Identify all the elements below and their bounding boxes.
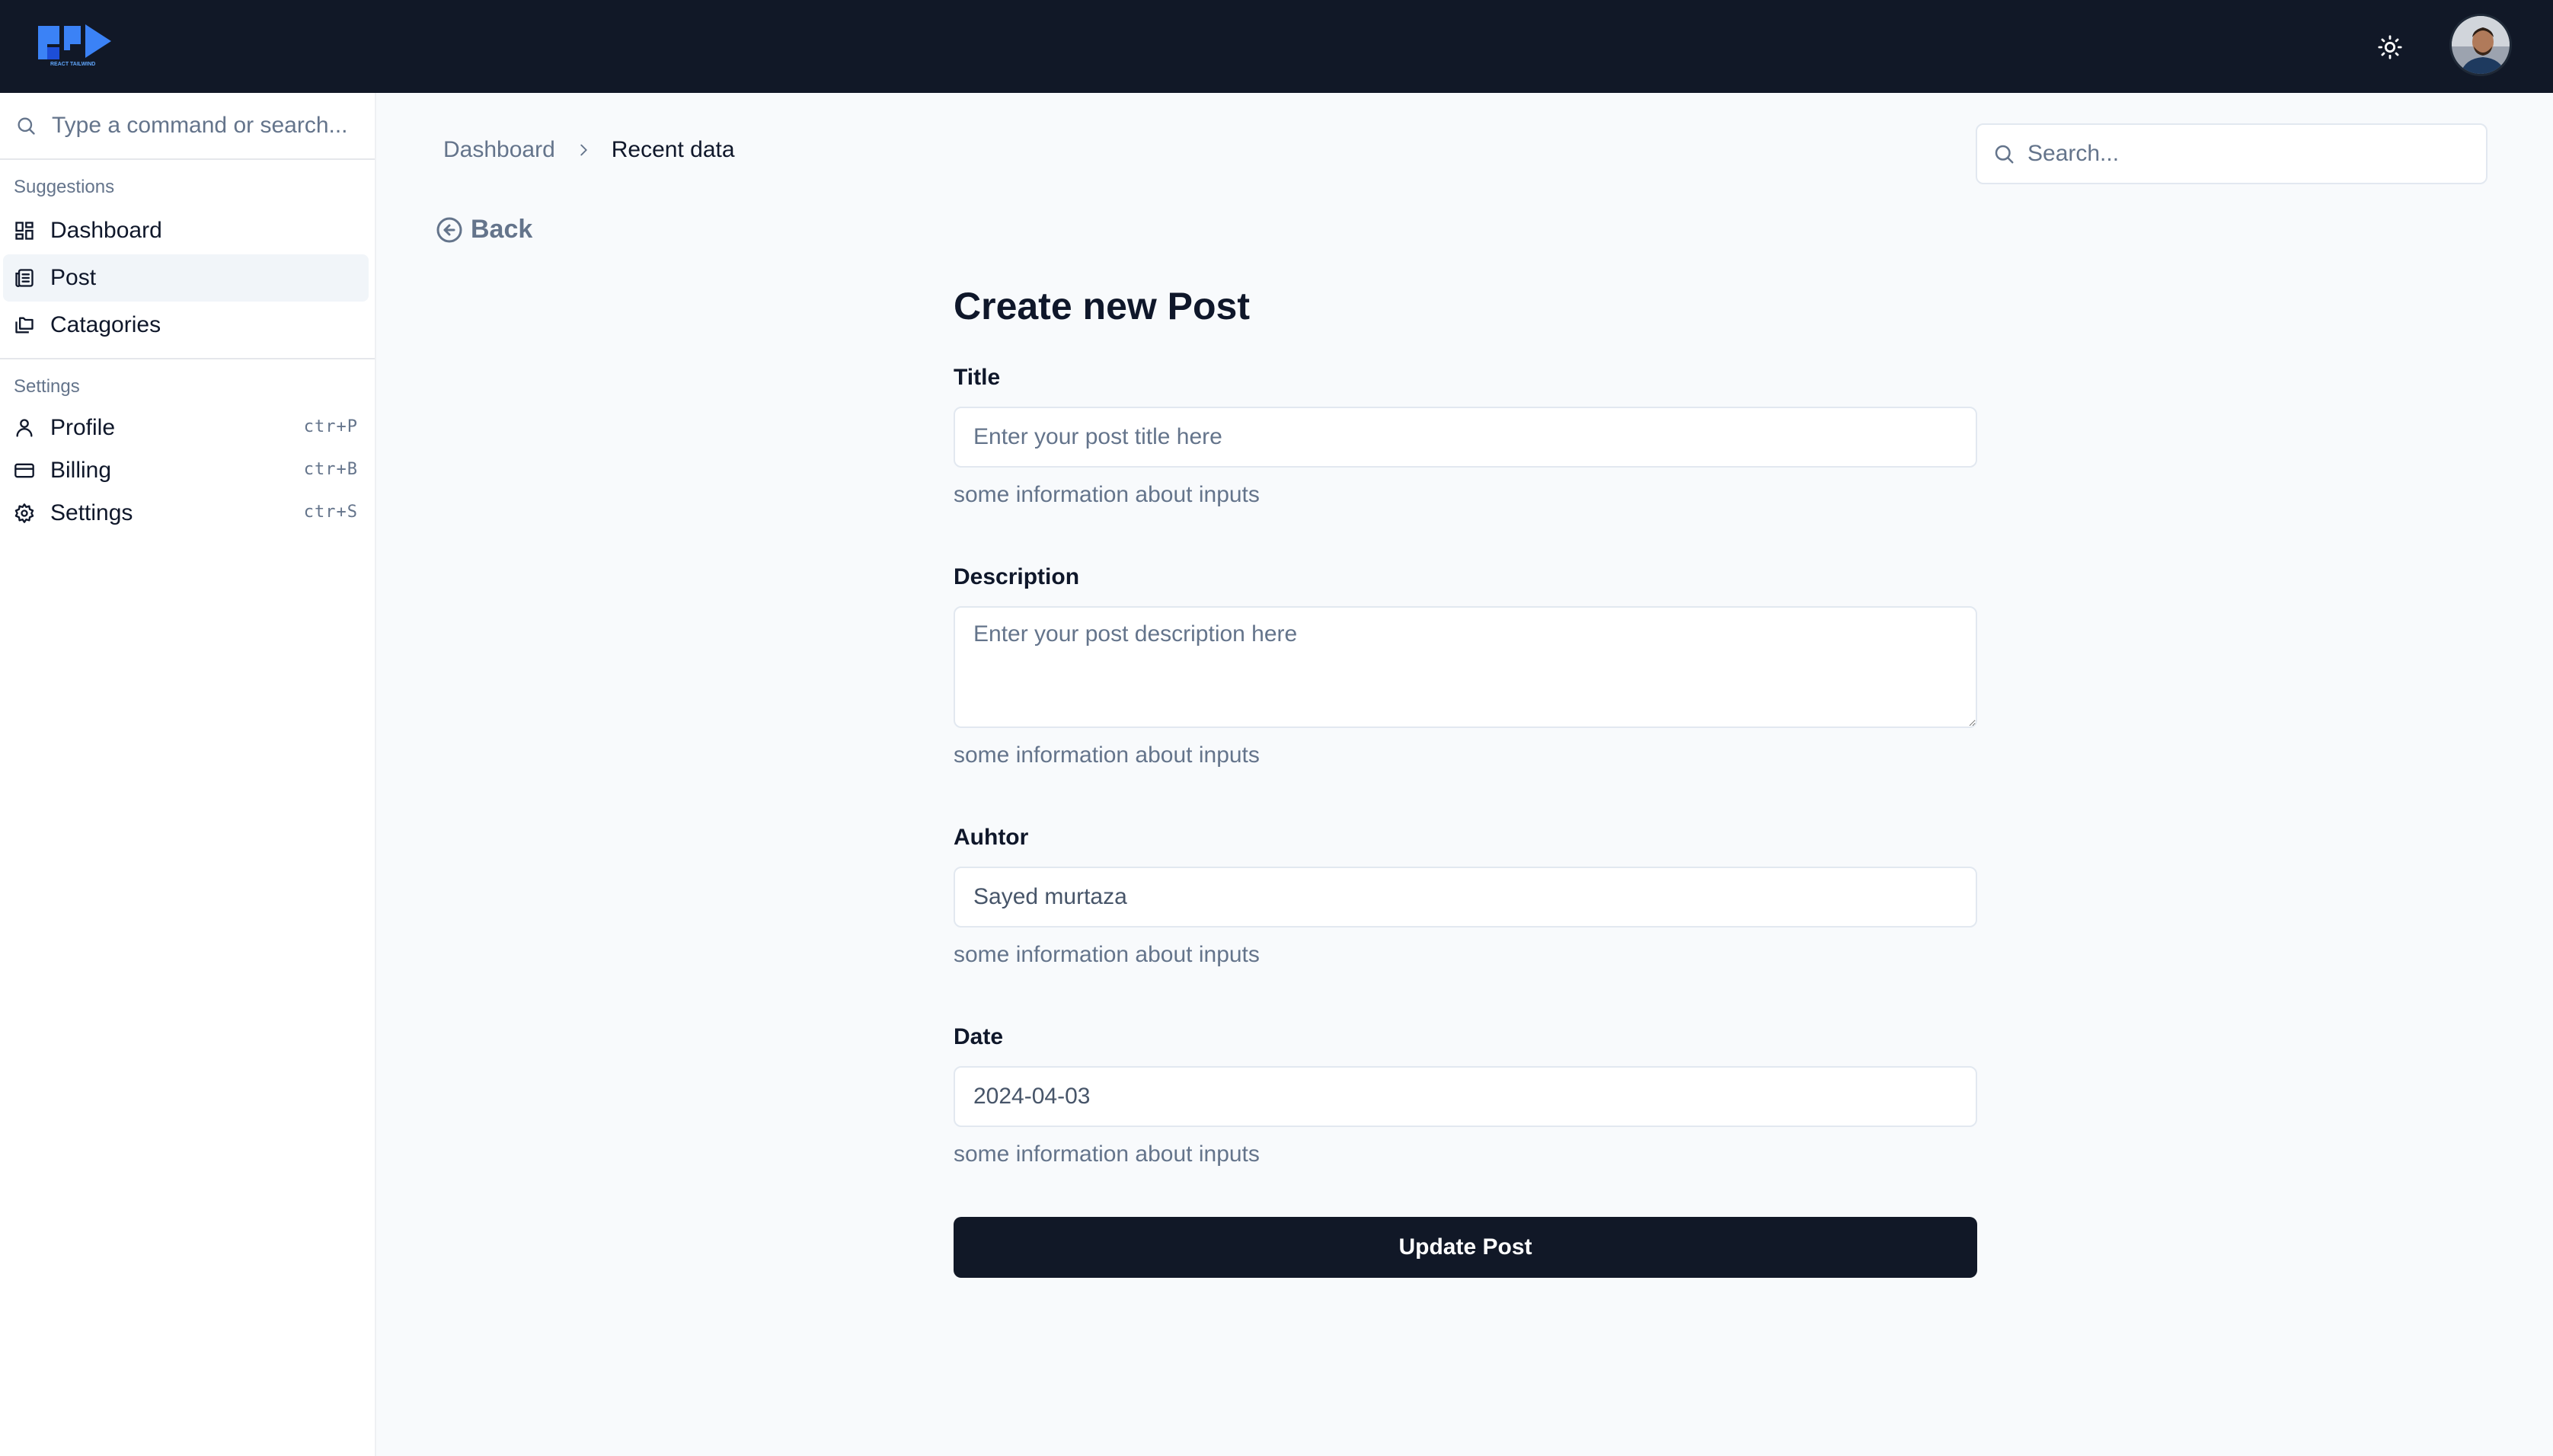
sidebar-item-label: Dashboard xyxy=(50,218,162,243)
date-label: Date xyxy=(954,1024,1004,1049)
chevron-right-icon xyxy=(575,142,592,158)
sidebar-item-dashboard[interactable]: Dashboard xyxy=(3,207,369,254)
shortcut-hint: ctr+S xyxy=(303,503,358,522)
breadcrumb-current: Recent data xyxy=(611,137,735,162)
description-help-text: some information about inputs xyxy=(954,742,1260,768)
sidebar-item-billing[interactable]: Billing ctr+B xyxy=(3,449,369,492)
description-field: Description some information about input… xyxy=(954,564,1977,769)
title-input[interactable] xyxy=(954,407,1977,468)
sidebar: Suggestions Dashboard Post Catagories Se… xyxy=(0,93,376,1456)
user-avatar[interactable] xyxy=(2449,14,2512,76)
sun-icon xyxy=(2378,35,2402,59)
search-icon xyxy=(18,117,35,135)
sidebar-item-label: Post xyxy=(50,265,97,290)
back-button[interactable]: Back xyxy=(436,215,532,244)
page-title: Create new Post xyxy=(954,285,1251,327)
layout-grid-icon xyxy=(15,222,34,240)
author-label: Auhtor xyxy=(954,825,1029,850)
credit-card-icon xyxy=(14,463,34,478)
date-help-text: some information about inputs xyxy=(954,1141,1260,1167)
sidebar-item-profile[interactable]: Profile ctr+P xyxy=(3,407,369,449)
author-input[interactable] xyxy=(954,867,1977,928)
sidebar-item-post[interactable]: Post xyxy=(3,254,369,302)
command-search-input[interactable] xyxy=(52,113,372,139)
author-help-text: some information about inputs xyxy=(954,942,1260,967)
shortcut-hint: ctr+B xyxy=(303,460,358,479)
search-input[interactable] xyxy=(2027,141,2469,167)
date-field: Date some information about inputs xyxy=(954,1023,1977,1168)
folders-icon xyxy=(15,317,34,334)
back-label: Back xyxy=(471,215,533,244)
breadcrumb-dashboard-link[interactable]: Dashboard xyxy=(443,137,555,163)
update-post-button[interactable]: Update Post xyxy=(954,1217,1977,1278)
date-input[interactable] xyxy=(954,1066,1977,1127)
sidebar-item-label: Settings xyxy=(50,500,133,525)
header-search xyxy=(1976,123,2487,184)
search-icon xyxy=(1995,145,2014,164)
sidebar-item-label: Profile xyxy=(50,415,116,440)
description-textarea[interactable] xyxy=(954,606,1977,728)
top-navbar: REACT TAILWIND xyxy=(0,0,2553,93)
title-field: Title some information about inputs xyxy=(954,364,1977,509)
react-tailwind-logo[interactable]: REACT TAILWIND xyxy=(37,21,116,67)
sidebar-item-settings[interactable]: Settings ctr+S xyxy=(3,492,369,535)
title-label: Title xyxy=(954,365,1001,390)
sidebar-item-catagories[interactable]: Catagories xyxy=(3,302,369,349)
user-icon xyxy=(16,419,33,437)
title-help-text: some information about inputs xyxy=(954,482,1260,507)
settings-heading: Settings xyxy=(14,376,80,397)
suggestions-heading: Suggestions xyxy=(14,177,115,197)
description-label: Description xyxy=(954,564,1080,589)
sidebar-item-label: Catagories xyxy=(50,312,161,337)
breadcrumb: Dashboard Recent data xyxy=(443,137,735,163)
author-field: Auhtor some information about inputs xyxy=(954,824,1977,969)
gear-icon xyxy=(14,503,34,523)
newspaper-icon xyxy=(15,269,34,287)
logo-text: REACT TAILWIND xyxy=(50,62,95,67)
shortcut-hint: ctr+P xyxy=(303,417,358,436)
theme-toggle-button[interactable] xyxy=(2369,26,2411,69)
sidebar-item-label: Billing xyxy=(50,458,112,483)
command-search xyxy=(0,93,375,160)
create-post-form: Create new Post Title some information a… xyxy=(954,282,1977,1278)
arrow-left-circle-icon xyxy=(436,217,462,242)
